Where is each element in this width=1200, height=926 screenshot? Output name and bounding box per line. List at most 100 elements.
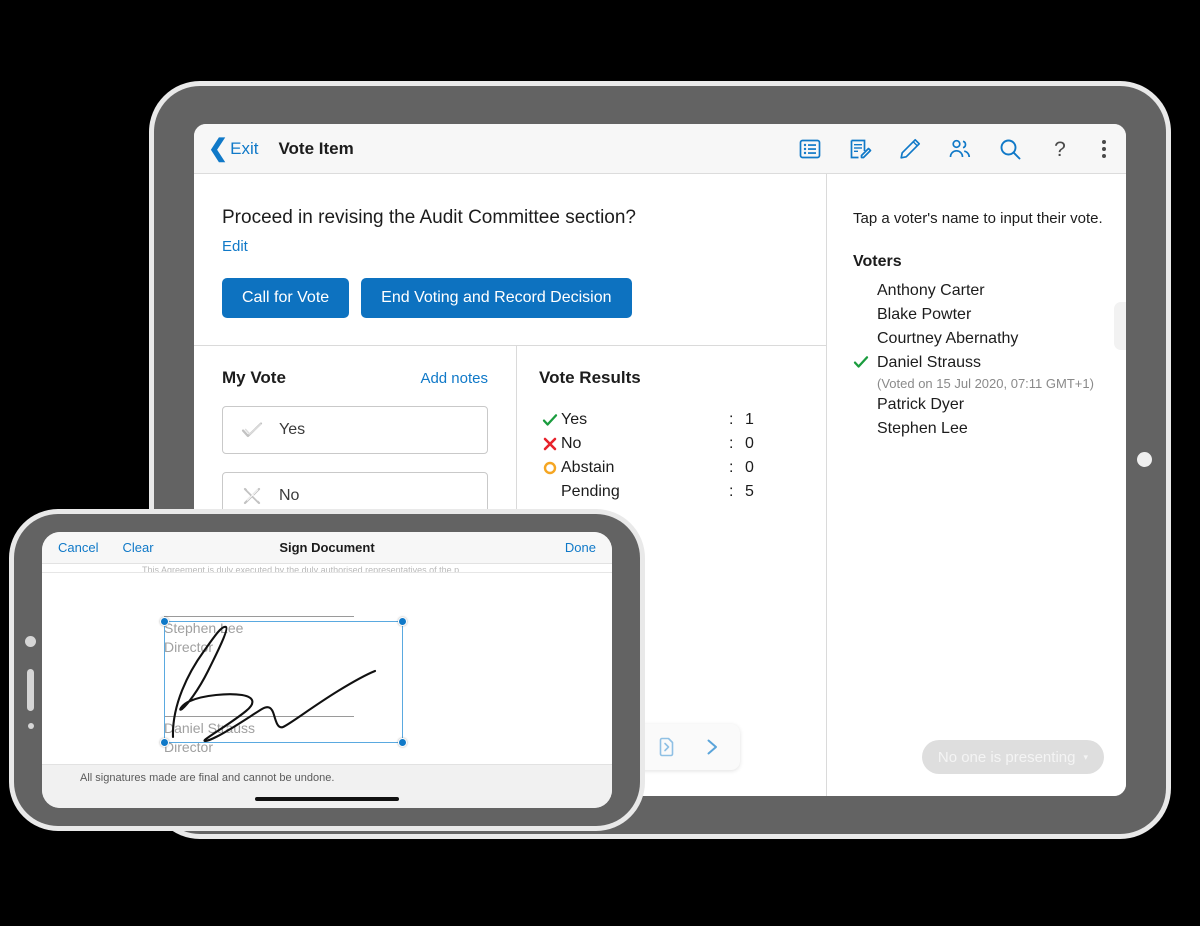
voter-check-placeholder bbox=[853, 279, 877, 282]
edit-link[interactable]: Edit bbox=[222, 238, 248, 255]
result-separator: : bbox=[729, 482, 734, 500]
voter-name[interactable]: Blake Powter bbox=[877, 303, 971, 327]
voter-check-placeholder bbox=[853, 393, 877, 396]
more-vertical-icon[interactable] bbox=[1098, 139, 1110, 158]
chevron-down-icon: ▾ bbox=[1083, 751, 1088, 762]
help-icon[interactable]: ? bbox=[1048, 137, 1072, 161]
home-indicator bbox=[255, 797, 399, 801]
presenting-label: No one is presenting bbox=[937, 748, 1076, 766]
sign-document-header: Cancel Clear Sign Document Done bbox=[42, 532, 612, 564]
search-icon[interactable] bbox=[998, 137, 1022, 161]
end-voting-button[interactable]: End Voting and Record Decision bbox=[361, 277, 632, 318]
result-label: No bbox=[561, 434, 582, 452]
resize-handle-bottom-right[interactable] bbox=[398, 738, 407, 747]
exit-label: Exit bbox=[230, 138, 259, 158]
phone-screen: Cancel Clear Sign Document Done This Agr… bbox=[42, 532, 612, 808]
result-count: 0 bbox=[745, 434, 754, 452]
voters-title: Voters bbox=[853, 253, 902, 270]
document-edit-icon[interactable] bbox=[848, 137, 872, 161]
voter-name[interactable]: Daniel Strauss bbox=[877, 351, 981, 375]
agenda-list-icon[interactable] bbox=[798, 137, 822, 161]
voter-voted-timestamp: (Voted on 15 Jul 2020, 07:11 GMT+1) bbox=[877, 376, 1094, 391]
voter-name[interactable]: Anthony Carter bbox=[877, 279, 985, 303]
signature-canvas[interactable]: This Agreement is duly executed by the d… bbox=[42, 564, 612, 764]
result-separator: : bbox=[729, 458, 734, 476]
chevron-right-icon[interactable] bbox=[702, 735, 722, 759]
result-count: 0 bbox=[745, 458, 754, 476]
svg-text:?: ? bbox=[1054, 138, 1066, 161]
voter-name[interactable]: Courtney Abernathy bbox=[877, 327, 1018, 351]
voter-check-placeholder bbox=[853, 303, 877, 306]
list-item[interactable]: Blake Powter bbox=[853, 303, 1126, 327]
voter-check-placeholder bbox=[853, 327, 877, 330]
add-notes-link[interactable]: Add notes bbox=[420, 370, 488, 387]
phone-sensor-dot bbox=[25, 636, 36, 647]
resize-handle-bottom-left[interactable] bbox=[160, 738, 169, 747]
my-vote-title: My Vote bbox=[222, 367, 286, 387]
voter-list: Anthony Carter Blake Powter Courtney Abe… bbox=[853, 279, 1126, 441]
action-buttons: Call for Vote End Voting and Record Deci… bbox=[222, 277, 798, 318]
list-item[interactable]: Patrick Dyer bbox=[853, 393, 1126, 417]
vote-question: Proceed in revising the Audit Committee … bbox=[222, 207, 636, 228]
resize-handle-top-left[interactable] bbox=[160, 617, 169, 626]
clear-button[interactable]: Clear bbox=[122, 540, 153, 555]
presenting-status-dropdown[interactable]: No one is presenting ▾ bbox=[921, 740, 1104, 774]
right-scroll-tab[interactable] bbox=[1114, 302, 1126, 350]
phone-mic-dot bbox=[28, 723, 34, 729]
voter-voted-check-icon bbox=[853, 351, 877, 375]
cross-icon bbox=[539, 436, 561, 452]
exit-button[interactable]: ❮ Exit bbox=[208, 134, 259, 162]
result-separator: : bbox=[729, 434, 734, 452]
people-icon[interactable] bbox=[948, 137, 972, 161]
vote-option-label: No bbox=[279, 486, 300, 504]
result-separator: : bbox=[729, 410, 734, 428]
list-item[interactable]: Daniel Strauss (Voted on 15 Jul 2020, 07… bbox=[853, 351, 1126, 393]
check-outline-icon bbox=[241, 422, 263, 437]
question-block: Proceed in revising the Audit Committee … bbox=[194, 174, 826, 318]
list-item[interactable]: Anthony Carter bbox=[853, 279, 1126, 303]
vote-results-list: Yes : 1 No : 0 Abstain: 0 Pending: 5 bbox=[539, 408, 826, 504]
signature-selection-box[interactable] bbox=[160, 617, 407, 747]
result-label: Yes bbox=[561, 410, 588, 428]
document-rule bbox=[42, 572, 612, 573]
voter-check-placeholder bbox=[853, 417, 877, 420]
result-count: 1 bbox=[745, 410, 754, 428]
page-title: Vote Item bbox=[278, 138, 354, 158]
signature-disclaimer: All signatures made are final and cannot… bbox=[80, 772, 335, 784]
result-row-abstain: Abstain : 0 bbox=[539, 456, 826, 480]
pencil-icon[interactable] bbox=[898, 137, 922, 161]
screenshot-stage: ❮ Exit Vote Item ? Proceed in revising t… bbox=[0, 0, 1200, 926]
cancel-button[interactable]: Cancel bbox=[58, 540, 98, 555]
check-icon bbox=[539, 412, 561, 428]
vote-results-title: Vote Results bbox=[539, 367, 641, 387]
header-toolbar: ? bbox=[798, 137, 1110, 161]
vote-option-label: Yes bbox=[279, 420, 306, 438]
app-header: ❮ Exit Vote Item ? bbox=[194, 124, 1126, 174]
result-row-yes: Yes : 1 bbox=[539, 408, 826, 432]
call-for-vote-button[interactable]: Call for Vote bbox=[222, 277, 350, 318]
phone-device: Cancel Clear Sign Document Done This Agr… bbox=[14, 514, 640, 826]
phone-volume-button bbox=[27, 669, 34, 711]
result-label: Pending bbox=[561, 482, 620, 500]
next-page-document-icon[interactable] bbox=[656, 735, 678, 759]
done-button[interactable]: Done bbox=[565, 540, 596, 555]
vote-option-yes[interactable]: Yes bbox=[222, 405, 488, 454]
list-item[interactable]: Courtney Abernathy bbox=[853, 327, 1126, 351]
result-label: Abstain bbox=[561, 458, 615, 476]
voter-name[interactable]: Patrick Dyer bbox=[877, 393, 964, 417]
voters-pane: Tap a voter's name to input their vote. … bbox=[827, 174, 1126, 796]
my-vote-header: My Vote Add notes bbox=[222, 368, 488, 388]
cross-outline-icon bbox=[243, 487, 261, 504]
voter-name[interactable]: Stephen Lee bbox=[877, 417, 968, 441]
sign-document-footer: All signatures made are final and cannot… bbox=[42, 764, 612, 808]
vote-option-no[interactable]: No bbox=[222, 471, 488, 520]
voter-hint: Tap a voter's name to input their vote. bbox=[853, 210, 1103, 227]
circle-icon bbox=[539, 460, 561, 476]
resize-handle-top-right[interactable] bbox=[398, 617, 407, 626]
result-count: 5 bbox=[745, 482, 754, 500]
back-chevron-icon: ❮ bbox=[208, 134, 229, 162]
result-row-no: No : 0 bbox=[539, 432, 826, 456]
list-item[interactable]: Stephen Lee bbox=[853, 417, 1126, 441]
result-row-pending: Pending : 5 bbox=[539, 480, 826, 504]
tablet-camera-dot bbox=[1137, 452, 1152, 467]
